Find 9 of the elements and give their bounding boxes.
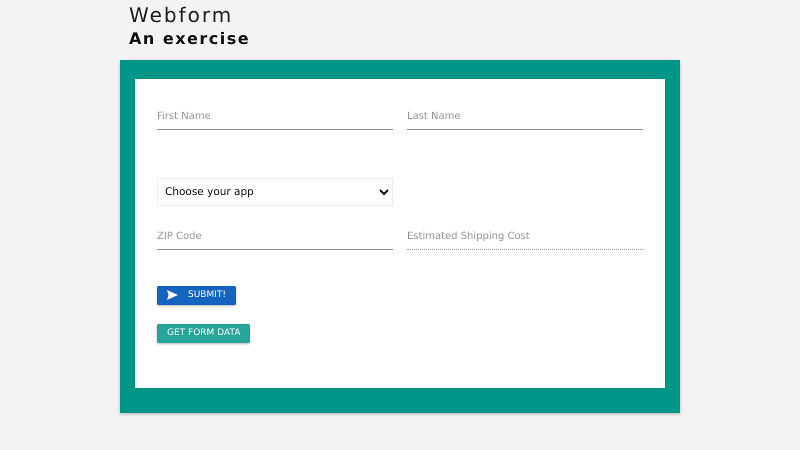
input-field[interactable]: ZIP Code bbox=[157, 224, 393, 250]
input-field[interactable]: Last Name bbox=[407, 105, 643, 130]
get-data-button[interactable]: GET FORM DATA bbox=[157, 324, 250, 343]
send-icon bbox=[167, 290, 178, 300]
input-field[interactable]: First Name bbox=[157, 105, 393, 130]
submit-button[interactable]: SUBMIT! bbox=[157, 286, 236, 305]
page-title: Webform bbox=[129, 3, 234, 27]
app-dropdown[interactable]: Choose your app bbox=[157, 178, 393, 206]
page-subtitle: An exercise bbox=[129, 28, 250, 50]
